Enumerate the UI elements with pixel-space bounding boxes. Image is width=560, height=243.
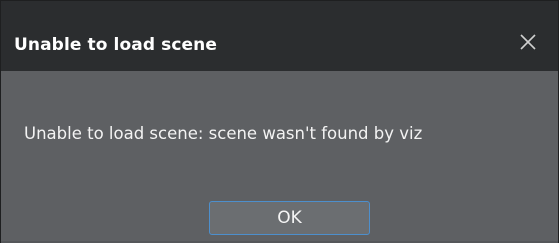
close-button[interactable] bbox=[510, 26, 546, 60]
close-icon bbox=[520, 34, 536, 50]
dialog-message: Unable to load scene: scene wasn't found… bbox=[24, 124, 423, 143]
ok-button[interactable]: OK bbox=[209, 201, 370, 235]
dialog-title: Unable to load scene bbox=[14, 35, 217, 55]
error-dialog: Unable to load scene Unable to load scen… bbox=[0, 0, 559, 243]
dialog-titlebar: Unable to load scene bbox=[1, 1, 558, 71]
